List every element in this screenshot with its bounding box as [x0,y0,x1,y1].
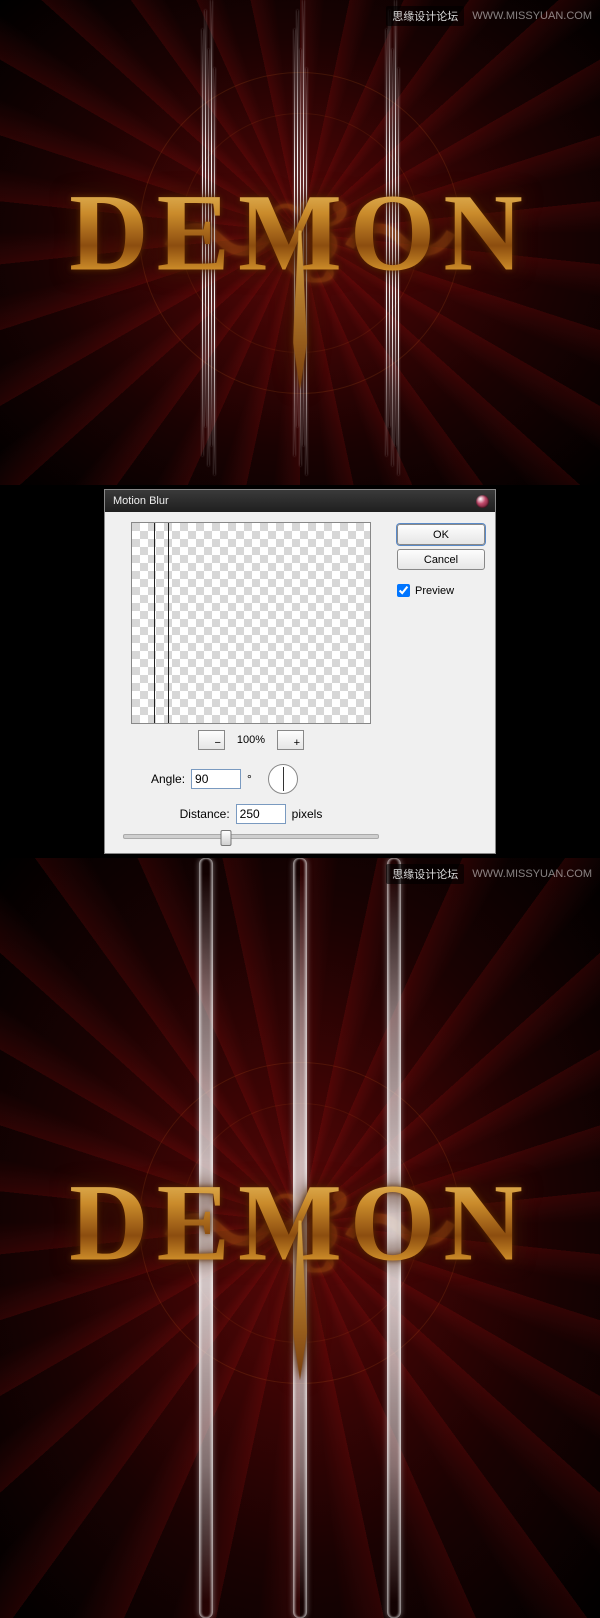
dialog-backdrop: Motion Blur − 100% + Angle: ° [0,485,600,858]
dialog-titlebar[interactable]: Motion Blur [105,490,495,512]
preview-checkbox[interactable] [397,584,410,597]
artwork-title: DEMON [69,1159,531,1286]
preview-checkbox-label: Preview [415,585,454,597]
close-orb-icon[interactable] [476,495,489,508]
distance-unit: pixels [292,807,323,821]
ok-button[interactable]: OK [397,524,485,545]
preview-toggle[interactable]: Preview [397,584,485,597]
watermark-url: WWW.MISSYUAN.COM [472,868,592,880]
angle-input[interactable] [191,769,241,789]
watermark-logo: 思缘设计论坛 [386,864,464,884]
artwork-title: DEMON [69,169,531,296]
zoom-percent: 100% [237,734,265,746]
cancel-button[interactable]: Cancel [397,549,485,570]
dialog-title: Motion Blur [113,495,169,507]
distance-slider[interactable] [123,834,379,839]
angle-label: Angle: [151,772,185,786]
watermark: 思缘设计论坛 WWW.MISSYUAN.COM [386,864,592,884]
motion-blur-dialog: Motion Blur − 100% + Angle: ° [104,489,496,854]
watermark-url: WWW.MISSYUAN.COM [472,10,592,22]
watermark: 思缘设计论坛 WWW.MISSYUAN.COM [386,6,592,26]
watermark-logo: 思缘设计论坛 [386,6,464,26]
angle-dial[interactable] [268,764,298,794]
preview-thumbnail[interactable] [131,522,371,724]
zoom-out-button[interactable]: − [198,730,225,750]
angle-unit: ° [247,772,252,786]
distance-input[interactable] [236,804,286,824]
artwork-before: 〜❦〜 DEMON 思缘设计论坛 WWW.MISSYUAN.COM [0,0,600,485]
zoom-in-button[interactable]: + [277,730,304,750]
slider-thumb[interactable] [220,830,231,846]
artwork-after: 〜❦〜 DEMON 思缘设计论坛 WWW.MISSYUAN.COM [0,858,600,1618]
distance-label: Distance: [180,807,230,821]
